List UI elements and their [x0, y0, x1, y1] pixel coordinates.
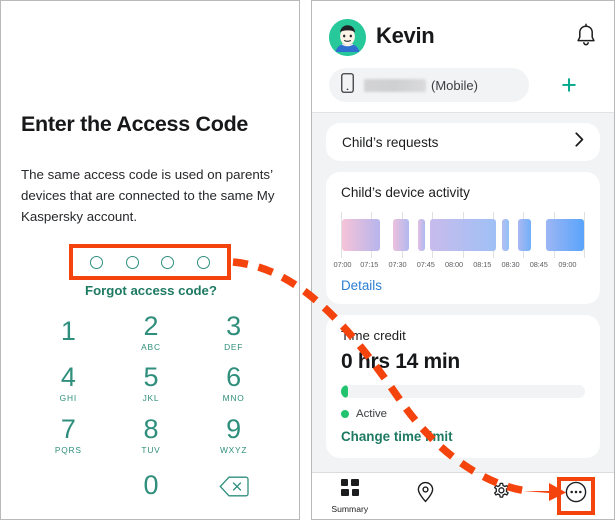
chart-tick-label: 09:00 [558, 260, 577, 269]
activity-bar [417, 219, 426, 251]
keypad-key-2[interactable]: 2 ABC [110, 307, 193, 358]
chart-tick-label: 07:00 [333, 260, 352, 269]
app-header: Kevin (Mobile) + [312, 1, 614, 113]
activity-bar [545, 219, 584, 251]
key-digit: 6 [226, 362, 242, 393]
key-letters: ABC [141, 342, 161, 353]
location-pin-icon [416, 481, 435, 508]
gear-settings-icon [491, 482, 511, 507]
key-letters: GHI [59, 393, 77, 404]
device-name-redacted [364, 78, 426, 92]
chart-tick-labels: 07:00 07:15 07:30 07:45 08:00 08:15 08:30 08:45… [333, 260, 585, 269]
avatar[interactable] [329, 19, 366, 56]
key-digit: 1 [60, 316, 76, 347]
activity-bar [342, 219, 381, 251]
keypad-key-3[interactable]: 3 DEF [192, 307, 275, 358]
access-code-dots-highlight [69, 244, 231, 280]
nav-item-settings[interactable] [463, 473, 539, 519]
key-letters: WXYZ [219, 444, 248, 455]
status-dot-icon [341, 410, 349, 418]
keypad-key-7[interactable]: 7 PQRS [27, 410, 110, 461]
page-title: Enter the Access Code [21, 112, 249, 136]
change-time-limit-link[interactable]: Change time limit [341, 429, 585, 444]
chart-tick-label: 08:00 [445, 260, 463, 269]
chart-tick-label: 07:15 [360, 260, 379, 269]
keypad-blank [27, 461, 110, 512]
access-code-dot [125, 255, 139, 269]
nav-item-summary[interactable]: Summary [312, 473, 388, 519]
keypad-key-5[interactable]: 5 JKL [110, 358, 193, 409]
activity-details-link[interactable]: Details [341, 278, 585, 293]
key-digit: 5 [143, 362, 159, 393]
key-digit: 7 [60, 413, 76, 444]
add-device-button[interactable]: + [555, 71, 583, 99]
status-badge: Active [341, 408, 585, 420]
access-code-dot [196, 255, 210, 269]
chevron-right-icon [575, 132, 584, 152]
access-code-dot [90, 255, 104, 269]
device-type-label: (Mobile) [431, 77, 478, 93]
numeric-keypad: 1 2 ABC 3 DEF 4 GHI 5 JKL 6 MNO 7 PQRS 8… [27, 307, 275, 512]
notification-bell-button[interactable] [574, 23, 598, 49]
device-selector-chip[interactable]: (Mobile) [329, 68, 529, 102]
child-avatar-icon [329, 19, 366, 56]
access-code-dot [161, 255, 175, 269]
bottom-navigation-bar: Summary [312, 472, 614, 519]
app-content-scroll[interactable]: Child’s requests Child’s device activity [312, 113, 614, 472]
more-button-highlight [557, 477, 596, 515]
key-letters: PQRS [54, 444, 82, 455]
backspace-icon [219, 476, 249, 497]
chart-tick-label: 08:30 [501, 260, 520, 269]
activity-bar [430, 219, 496, 251]
keypad-key-4[interactable]: 4 GHI [27, 358, 110, 409]
device-activity-card: Child’s device activity 07:00 07:15 07:30 0… [326, 172, 600, 304]
kaspersky-safe-kids-app-panel: Kevin (Mobile) + Child’s requests Child’… [311, 0, 615, 520]
activity-bar [501, 219, 509, 251]
child-name: Kevin [376, 23, 435, 48]
time-credit-card: Time credit 0 hrs 14 min Active Change t… [326, 315, 600, 458]
time-credit-progress-track [341, 385, 585, 398]
time-credit-value: 0 hrs 14 min [341, 350, 460, 373]
grid-summary-icon [340, 478, 359, 501]
key-digit: 9 [226, 413, 242, 444]
keypad-key-1[interactable]: 1 [27, 307, 110, 358]
forgot-access-code-link[interactable]: Forgot access code? [1, 283, 299, 298]
keypad-key-6[interactable]: 6 MNO [192, 358, 275, 409]
key-letters: TUV [141, 444, 161, 455]
key-digit: 8 [143, 413, 159, 444]
screenshot-stage: Enter the Access Code The same access co… [0, 0, 615, 520]
activity-bar [393, 219, 410, 251]
key-digit: 4 [60, 362, 76, 393]
key-letters: JKL [142, 393, 160, 404]
nav-item-location[interactable] [388, 473, 464, 519]
access-code-description: The same access code is used on parents’… [21, 167, 275, 224]
time-credit-progress-fill [341, 385, 349, 398]
access-code-panel: Enter the Access Code The same access co… [0, 0, 300, 520]
childs-requests-label: Child’s requests [342, 134, 439, 150]
chart-tick-label: 07:45 [416, 260, 435, 269]
key-digit: 0 [143, 469, 159, 500]
activity-chart [341, 212, 585, 258]
nav-label-summary: Summary [331, 503, 369, 514]
keypad-key-9[interactable]: 9 WXYZ [192, 410, 275, 461]
phone-icon [341, 72, 354, 98]
status-label: Active [356, 408, 388, 420]
key-digit: 2 [143, 311, 159, 342]
key-letters: DEF [224, 342, 244, 353]
backspace-key[interactable] [192, 461, 275, 512]
chart-bars [341, 219, 585, 251]
time-credit-label: Time credit [341, 328, 406, 343]
key-letters: MNO [222, 393, 245, 404]
chart-tick-label: 07:30 [388, 260, 407, 269]
key-digit: 3 [226, 311, 242, 342]
chart-tick-label: 08:15 [473, 260, 492, 269]
notification-bell-icon [577, 23, 595, 46]
childs-requests-card[interactable]: Child’s requests [326, 123, 600, 161]
keypad-key-0[interactable]: 0 [110, 461, 193, 512]
activity-bar [517, 219, 532, 251]
device-activity-title: Child’s device activity [341, 185, 470, 200]
nav-item-more[interactable] [539, 473, 615, 519]
chart-tick-label: 08:45 [529, 260, 548, 269]
keypad-key-8[interactable]: 8 TUV [110, 410, 193, 461]
